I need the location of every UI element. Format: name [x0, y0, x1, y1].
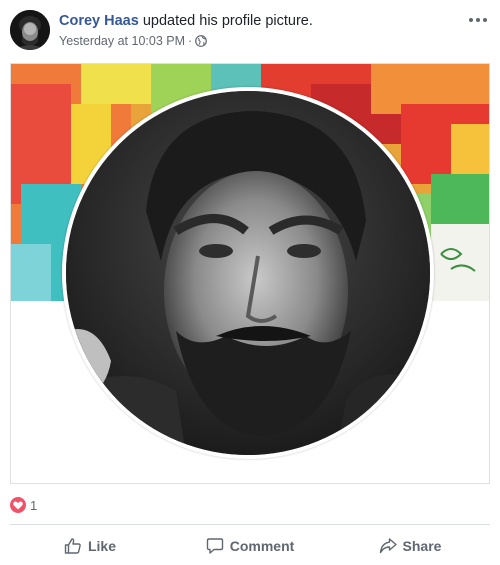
post-meta: Yesterday at 10:03 PM · — [59, 33, 208, 49]
thumbs-up-icon — [64, 537, 82, 555]
share-button[interactable]: Share — [330, 530, 490, 562]
profile-photo-portrait — [66, 91, 430, 455]
reaction-summary[interactable]: 1 — [10, 496, 37, 514]
post-timestamp[interactable]: Yesterday at 10:03 PM — [59, 33, 185, 49]
like-button[interactable]: Like — [10, 530, 170, 562]
profile-picture-post-image[interactable] — [10, 63, 490, 484]
comment-label: Comment — [229, 538, 295, 554]
heart-icon — [10, 497, 26, 513]
post-title: Corey Haas updated his profile picture. — [59, 12, 313, 30]
like-label: Like — [87, 538, 116, 554]
share-label: Share — [402, 538, 442, 554]
reaction-count: 1 — [30, 497, 38, 513]
share-icon — [379, 537, 397, 555]
author-avatar[interactable] — [10, 10, 50, 50]
comment-button[interactable]: Comment — [170, 530, 330, 562]
globe-icon[interactable] — [195, 35, 208, 47]
author-name-link[interactable]: Corey Haas — [59, 13, 139, 29]
post-header: Corey Haas updated his profile picture. … — [10, 10, 490, 52]
post-action-text: updated his profile picture. — [138, 13, 313, 29]
profile-picture-circle — [62, 87, 434, 459]
more-options-icon[interactable] — [466, 12, 490, 28]
post-actions-bar: Like Comment Share — [10, 530, 490, 562]
meta-separator: · — [188, 34, 193, 48]
comment-icon — [206, 537, 224, 555]
divider — [10, 524, 490, 525]
